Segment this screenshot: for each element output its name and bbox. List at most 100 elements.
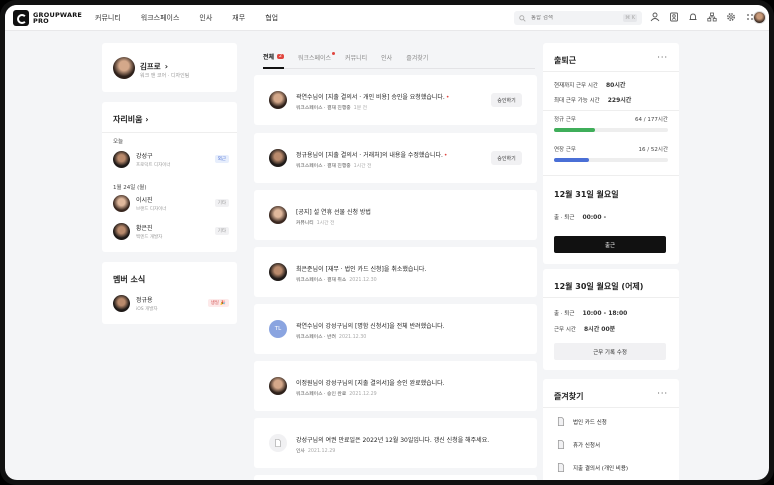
tab-all[interactable]: 전체 2 <box>263 47 284 69</box>
contact-icon[interactable] <box>669 12 679 22</box>
person-name: 정규용 <box>136 296 153 304</box>
avatar <box>269 263 287 281</box>
avatar <box>113 294 130 312</box>
person-role: 백엔드 개발자 <box>136 234 163 240</box>
today-label: 오늘 <box>113 139 124 145</box>
feed-time: 2021.12.30 <box>349 278 377 283</box>
away-status-title[interactable]: 자리비움 › <box>113 114 149 125</box>
feed-item[interactable]: 이정원님이 강성구님의 [지출 결의서]을 승인 완료했습니다. 워크스페이스 … <box>254 361 537 411</box>
feed-time: 1시간 전 <box>353 164 372 169</box>
feed-item[interactable]: 최은준님이 [재무 · 법인 카드 신청]을 취소했습니다. 워크스페이스 · … <box>254 247 537 297</box>
chevron-right-icon: › <box>145 115 149 124</box>
avatar <box>269 377 287 395</box>
kv-value: 10:00 - 18:00 <box>582 310 628 317</box>
tab-hr[interactable]: 인사 <box>381 47 392 69</box>
feed-source: 워크스페이스 · 결재 진행중 <box>296 164 351 169</box>
regular-work-label: 정규 근무 64 / 177시간 <box>554 115 668 123</box>
new-dot <box>332 52 336 55</box>
user-avatar[interactable] <box>753 11 766 24</box>
bar-value: 16 / 52시간 <box>638 147 668 153</box>
app-screen: GROUPWARE PRO 커뮤니티 워크스페이스 인사 재무 협업 ⌘ K <box>5 5 769 480</box>
unread-dot: • <box>443 152 448 159</box>
tab-favorites[interactable]: 즐겨찾기 <box>406 47 428 69</box>
yesterday-date: 12월 30일 월요일 (어제) <box>554 282 644 291</box>
feed-title: 곽연수님이 [지출 결의서 · 개인 비용] 승인을 요청했습니다. <box>296 94 445 101</box>
approve-button[interactable]: 승인하기 <box>491 93 522 107</box>
progress-fill <box>554 128 596 132</box>
away-status-card: 자리비움 › 오늘 강성구 프로덕트 디자이너 외근 1월 24일 (월) 이시진… <box>102 102 237 252</box>
feed-item[interactable]: TL 곽연수님이 강성구님의 [명함 신청서]을 전체 반려했습니다. 워크스페… <box>254 304 537 354</box>
feed-item[interactable] <box>254 475 537 480</box>
nav-item-hr[interactable]: 인사 <box>199 13 212 23</box>
member-news-item[interactable]: 정규용 iOS 개발자 생일 🎉 <box>113 293 229 313</box>
divider <box>543 407 679 408</box>
tab-community[interactable]: 커뮤니티 <box>345 47 367 69</box>
feed-item[interactable]: 정규용님이 [지출 결의서 · 거래처]의 내용을 수정했습니다.• 워크스페이… <box>254 133 537 183</box>
feed-source: 워크스페이스 · 결재 진행중 <box>296 106 351 111</box>
approve-button[interactable]: 승인하기 <box>491 151 522 165</box>
kv-label: 출 · 퇴근 <box>554 215 575 221</box>
main-nav: 커뮤니티 워크스페이스 인사 재무 협업 <box>95 5 278 31</box>
profile-name: 김프로 <box>140 62 161 71</box>
divider <box>543 71 679 72</box>
tab-workspace[interactable]: 워크스페이스 <box>297 47 336 69</box>
favorite-label: 지출 결의서 (개인 비용) <box>573 465 629 472</box>
document-icon <box>269 434 287 452</box>
feed-item[interactable]: 곽연수님이 [지출 결의서 · 개인 비용] 승인을 요청했습니다.• 워크스페… <box>254 75 537 125</box>
sitemap-icon[interactable] <box>707 12 717 22</box>
bar-label: 연장 근무 <box>554 147 576 153</box>
feed-source: 워크스페이스 · 승인 완료 <box>296 392 347 397</box>
favorite-item[interactable]: 휴가 신청서 <box>557 440 600 449</box>
away-status-title-text: 자리비움 <box>113 115 143 124</box>
nav-item-collaboration[interactable]: 협업 <box>265 13 278 23</box>
search-box[interactable]: ⌘ K <box>514 11 642 25</box>
away-person[interactable]: 이시진 브랜드 디자이너 기타 <box>113 193 229 213</box>
initials-avatar: TL <box>269 320 287 338</box>
profile-card[interactable]: 김프로 › 워크 앤 코어 · 디자인팀 <box>102 43 237 92</box>
search-input[interactable] <box>531 15 611 21</box>
tab-label: 커뮤니티 <box>345 54 368 62</box>
nav-item-finance[interactable]: 재무 <box>232 13 245 23</box>
nav-item-workspace[interactable]: 워크스페이스 <box>141 13 180 23</box>
bar-value: 64 / 177시간 <box>635 117 668 123</box>
avatar <box>113 194 130 212</box>
logo[interactable]: GROUPWARE PRO <box>13 10 82 26</box>
feed-time: 2021.12.30 <box>338 335 367 340</box>
profile-name-row[interactable]: 김프로 › <box>140 61 168 72</box>
edit-record-button[interactable]: 근무 기록 수정 <box>554 343 666 360</box>
away-person[interactable]: 황은진 백엔드 개발자 기타 <box>113 221 229 241</box>
feed-meta: 워크스페이스 · 승인 완료 2021.12.29 <box>296 390 377 397</box>
clock-in-button[interactable]: 출근 <box>554 236 666 253</box>
more-icon[interactable]: ··· <box>657 389 668 398</box>
away-person[interactable]: 강성구 프로덕트 디자이너 외근 <box>113 149 229 169</box>
feed-item[interactable]: 강성구님의 여권 만료일은 2022년 12월 30일입니다. 갱신 신청을 해… <box>254 418 537 468</box>
more-icon[interactable]: ··· <box>657 53 668 62</box>
avatar <box>269 149 287 167</box>
feed-source: 워크스페이스 · 결재 취소 <box>296 278 347 283</box>
search-icon <box>519 14 526 22</box>
feed-meta: 워크스페이스 · 결재 진행중 1시간 전 <box>296 162 371 169</box>
feed-title: 이정원님이 강성구님의 [지출 결의서]을 승인 완료했습니다. <box>296 380 445 387</box>
regular-work-progress <box>554 128 668 132</box>
org-chart-icon[interactable] <box>650 12 660 22</box>
tab-label: 워크스페이스 <box>297 54 332 62</box>
favorite-item[interactable]: 지출 결의서 (개인 비용) <box>557 463 628 472</box>
person-role: 프로덕트 디자이너 <box>136 162 171 168</box>
bell-icon[interactable] <box>688 12 698 22</box>
feed-item[interactable]: [공지] 설 연휴 선물 신청 방법 커뮤니티 1시간 전 <box>254 190 537 240</box>
feed-time: 1분 전 <box>353 106 368 111</box>
feed-tabs: 전체 2 워크스페이스 커뮤니티 인사 즐겨찾기 <box>263 47 535 69</box>
top-navigation-bar: GROUPWARE PRO 커뮤니티 워크스페이스 인사 재무 협업 ⌘ K <box>5 5 769 31</box>
progress-fill <box>554 158 590 162</box>
feed-source: 커뮤니티 <box>296 221 314 226</box>
feed-source: 인사 <box>296 449 305 454</box>
nav-item-community[interactable]: 커뮤니티 <box>95 13 121 23</box>
favorite-item[interactable]: 법인 카드 신청 <box>557 417 607 426</box>
chevron-right-icon: › <box>164 62 168 71</box>
topbar-icons <box>650 12 755 22</box>
settings-icon[interactable] <box>726 12 736 22</box>
favorite-label: 휴가 신청서 <box>573 442 601 449</box>
kv-label: 근무 시간 <box>554 327 576 333</box>
person-role: 브랜드 디자이너 <box>136 206 167 212</box>
tab-label: 전체 <box>263 53 275 61</box>
